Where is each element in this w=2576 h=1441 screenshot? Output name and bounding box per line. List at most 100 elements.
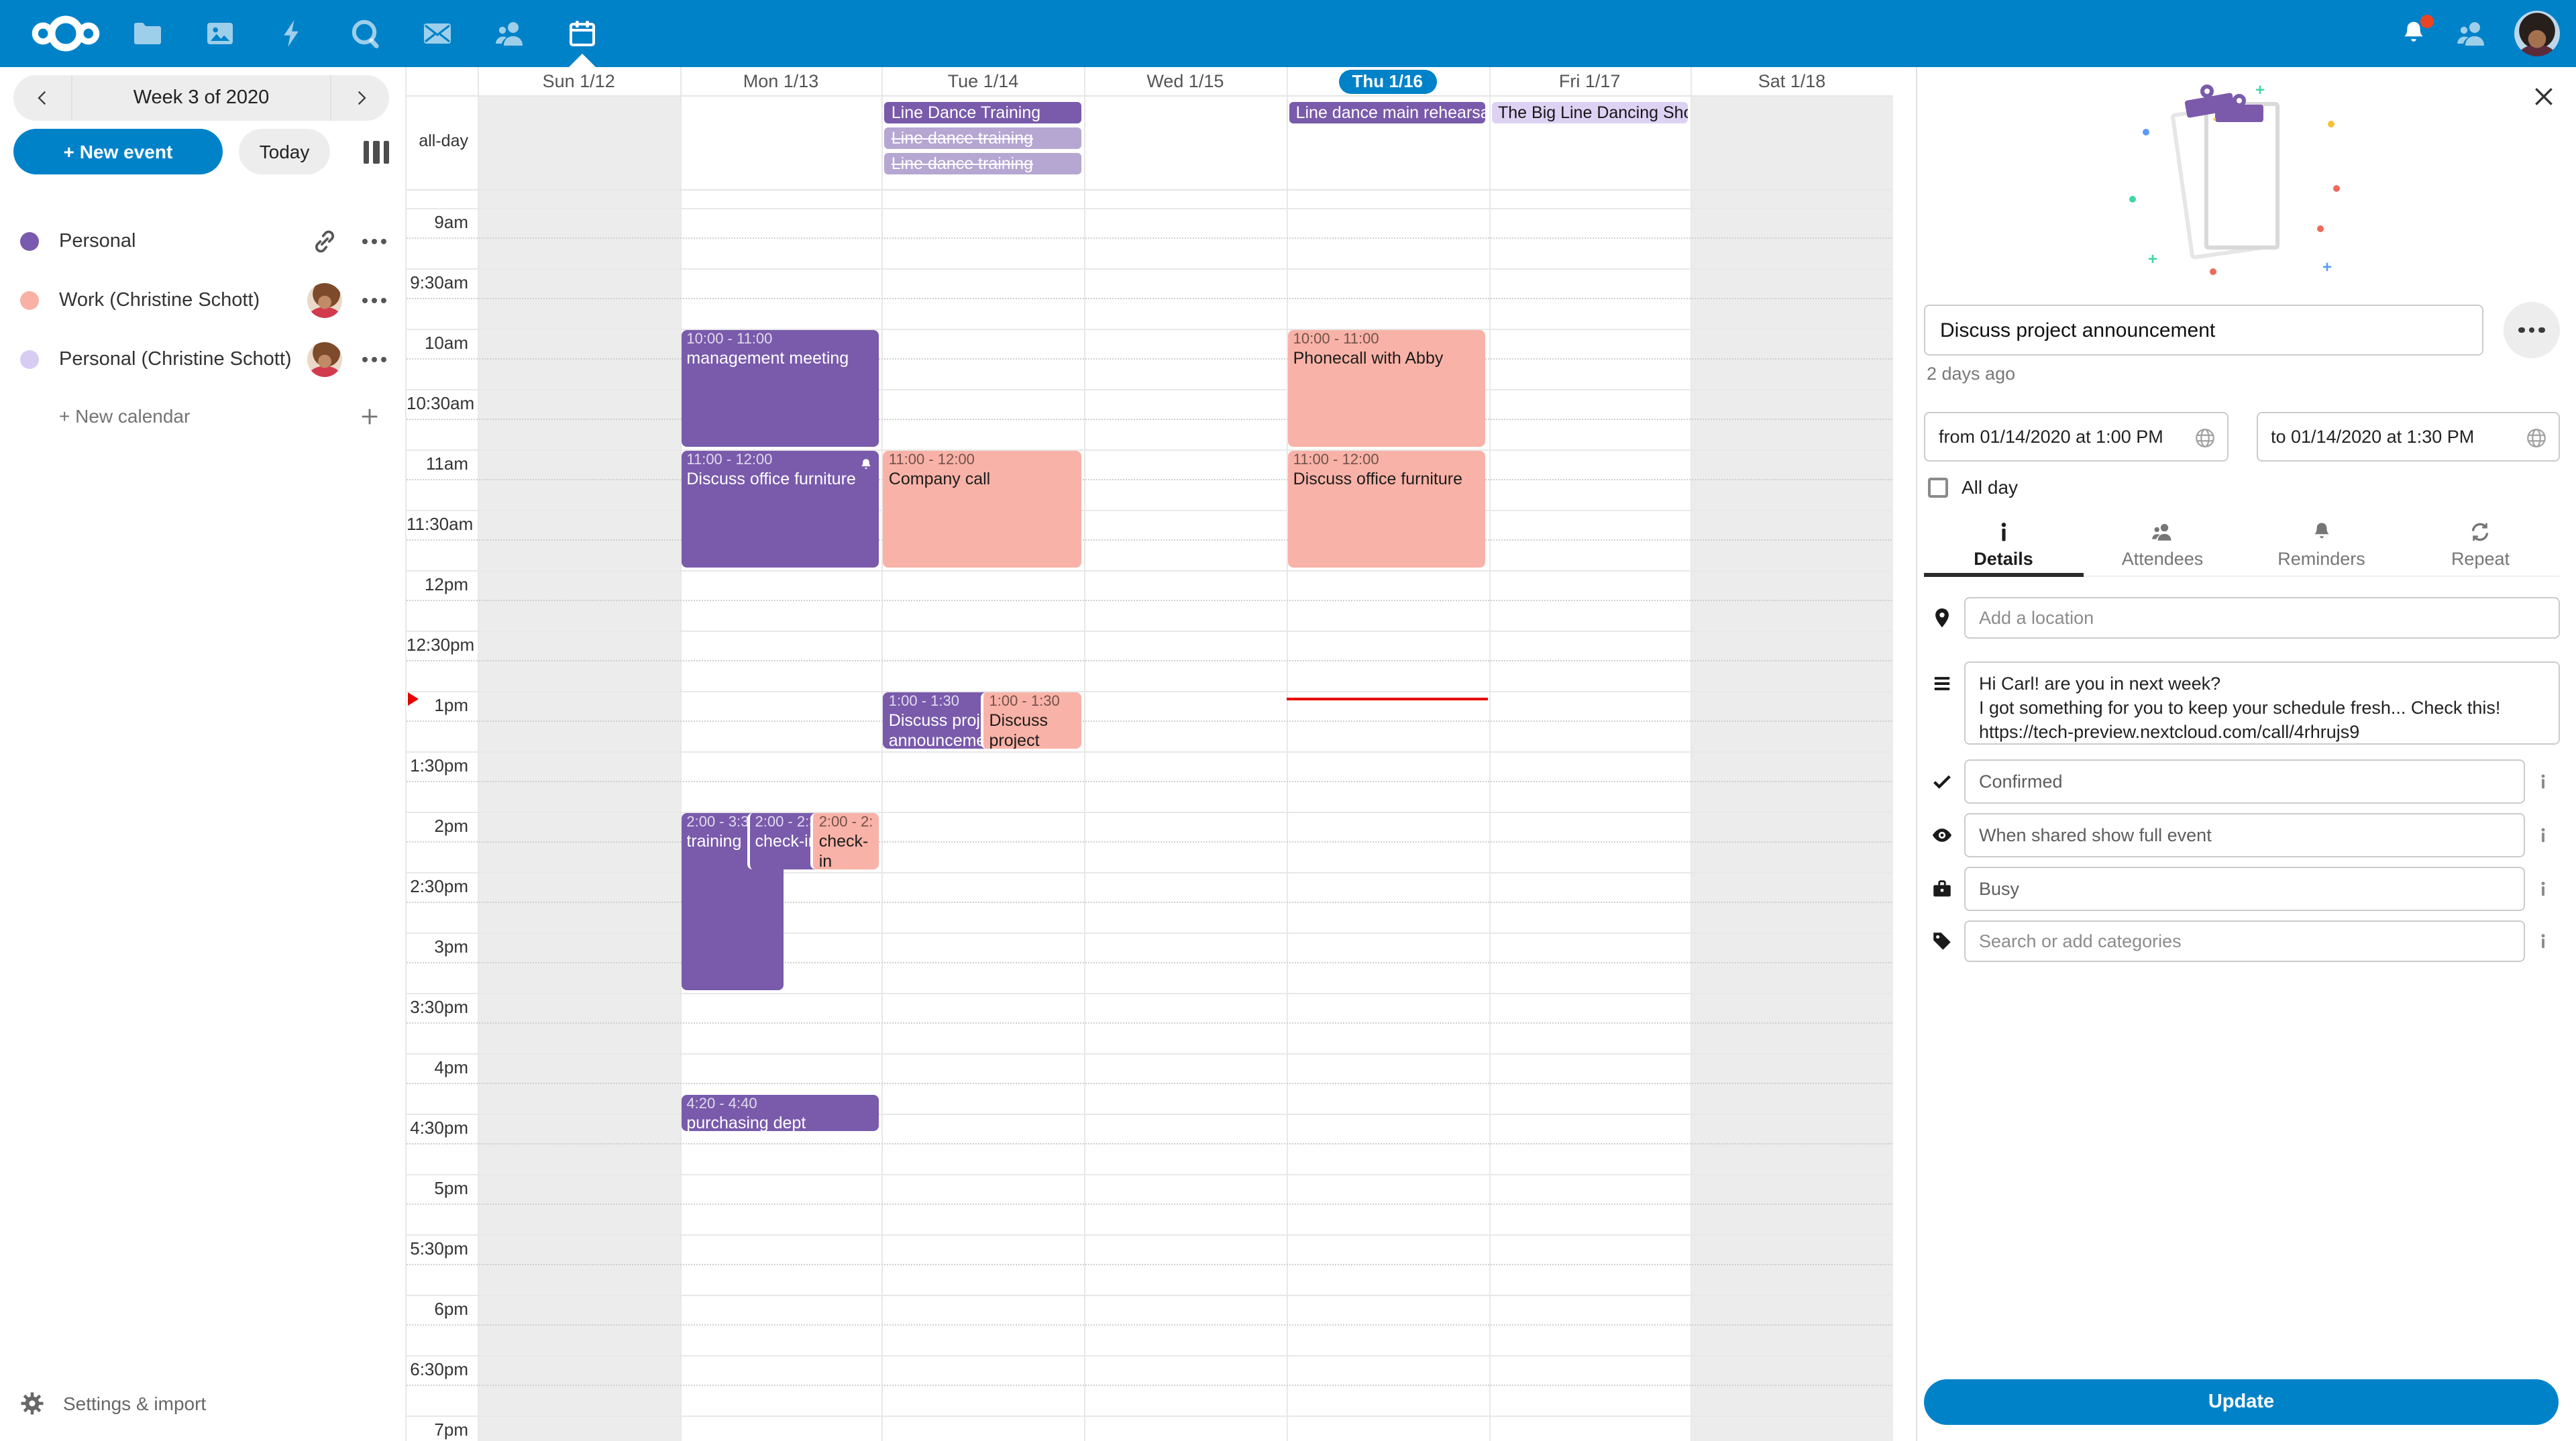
activity-icon[interactable]	[276, 17, 309, 50]
all-day-label: All day	[1962, 476, 2018, 498]
calendar-actions-menu-icon[interactable]	[362, 357, 386, 362]
day-header[interactable]: Wed 1/15	[1084, 67, 1286, 95]
previous-week-button[interactable]	[13, 75, 72, 121]
share-link-icon[interactable]	[311, 228, 338, 255]
files-icon[interactable]	[131, 17, 164, 50]
day-column[interactable]	[1489, 95, 1690, 1441]
end-datetime-input[interactable]	[2257, 413, 2559, 460]
nextcloud-calendar-app: Week 3 of 2020 + New event Today Persona…	[0, 0, 2576, 1441]
calendar-list-item[interactable]: Personal	[0, 212, 405, 271]
day-column[interactable]	[1084, 95, 1286, 1441]
gridline	[407, 329, 1892, 330]
calendar-icon[interactable]	[566, 17, 598, 50]
status-select[interactable]: Confirmed	[1964, 759, 2525, 804]
allday-event[interactable]: Line Dance Training	[885, 102, 1081, 123]
gridline-quarter	[407, 660, 1892, 661]
calendar-actions-menu-icon[interactable]	[362, 239, 386, 244]
event[interactable]: 1:00 - 1:30Discuss project	[981, 692, 1082, 749]
all-day-checkbox[interactable]	[1928, 477, 1948, 497]
gridline-quarter	[407, 358, 1892, 360]
close-icon[interactable]	[2530, 83, 2557, 110]
gridline	[407, 208, 1892, 209]
day-header[interactable]: Tue 1/14	[882, 67, 1084, 95]
info-icon	[2534, 826, 2551, 844]
mail-icon[interactable]	[421, 17, 453, 50]
week-label[interactable]: Week 3 of 2020	[72, 87, 330, 109]
day-column[interactable]	[680, 95, 881, 1441]
reminder-bell-icon	[2310, 521, 2333, 543]
week-grid: Sun 1/12Mon 1/13Tue 1/14Wed 1/15Thu 1/16…	[405, 67, 1916, 1441]
talk-icon[interactable]	[349, 17, 381, 50]
event-title: management meeting	[686, 349, 873, 369]
visibility-select[interactable]: When shared show full event	[1964, 813, 2525, 857]
gridline-quarter	[407, 539, 1892, 541]
more-actions-button[interactable]	[2504, 302, 2560, 358]
gridline-quarter	[407, 1083, 1892, 1084]
tab-details[interactable]: Details	[1924, 515, 2083, 576]
calendar-list-item[interactable]: Work (Christine Schott)	[0, 271, 405, 330]
day-column[interactable]	[478, 95, 680, 1441]
plus-icon	[358, 405, 381, 427]
start-datetime-input[interactable]	[1925, 413, 2226, 460]
day-header[interactable]: Sun 1/12	[478, 67, 680, 95]
day-column[interactable]	[882, 95, 1084, 1441]
tab-reminders[interactable]: Reminders	[2242, 515, 2401, 576]
contacts-icon[interactable]	[494, 17, 526, 50]
notifications-bell-icon[interactable]	[2399, 19, 2428, 48]
timezone-globe-icon[interactable]	[2525, 427, 2548, 449]
location-input[interactable]	[1964, 597, 2560, 639]
gridline-quarter	[407, 237, 1892, 239]
event-time: 2:00 - 2:30	[819, 814, 874, 832]
next-week-button[interactable]	[330, 75, 389, 121]
contacts-menu-icon[interactable]	[2455, 17, 2487, 50]
timezone-globe-icon[interactable]	[2193, 427, 2216, 449]
availability-select[interactable]: Busy	[1964, 867, 2525, 911]
allday-event[interactable]: Line dance main rehearsal	[1289, 102, 1486, 123]
allday-event[interactable]: Line dance training	[885, 127, 1081, 149]
event[interactable]: 11:00 - 12:00Discuss office furniture	[1288, 451, 1486, 568]
day-column[interactable]	[1690, 95, 1892, 1441]
week-view-toggle-icon[interactable]	[363, 140, 389, 163]
user-avatar[interactable]	[2514, 11, 2560, 56]
tab-repeat[interactable]: Repeat	[2401, 515, 2560, 576]
categories-input[interactable]	[1964, 920, 2525, 962]
gridline	[407, 691, 1892, 692]
day-header[interactable]: Fri 1/17	[1489, 67, 1690, 95]
allday-event[interactable]: The Big Line Dancing Show	[1491, 102, 1688, 123]
top-bar	[0, 0, 2576, 67]
allday-row-label: all-day	[407, 131, 468, 150]
gridline	[407, 1295, 1892, 1296]
tab-attendees[interactable]: Attendees	[2083, 515, 2242, 576]
event-title: Discuss office furniture	[1293, 470, 1481, 490]
event[interactable]: 10:00 - 11:00Phonecall with Abby	[1288, 330, 1486, 447]
day-header[interactable]: Sat 1/18	[1690, 67, 1892, 95]
update-button[interactable]: Update	[1924, 1379, 2559, 1425]
allday-event[interactable]: Line dance training	[885, 153, 1081, 174]
description-row: Hi Carl! are you in next week? I got som…	[1924, 661, 2560, 745]
event[interactable]: 10:00 - 11:00management meeting	[681, 330, 879, 447]
new-event-button[interactable]: + New event	[13, 129, 223, 174]
today-button[interactable]: Today	[239, 129, 330, 174]
day-column[interactable]	[1287, 95, 1489, 1441]
description-input[interactable]: Hi Carl! are you in next week? I got som…	[1964, 661, 2560, 745]
new-calendar-label: + New calendar	[59, 405, 190, 427]
new-calendar-button[interactable]: + New calendar	[0, 389, 405, 443]
calendar-actions-menu-icon[interactable]	[362, 298, 386, 303]
gridline-quarter	[407, 962, 1892, 963]
category-tag-icon	[1931, 930, 1953, 953]
calendar-list-item[interactable]: Personal (Christine Schott)	[0, 330, 405, 389]
event[interactable]: 11:00 - 12:00Discuss office furniture	[681, 451, 879, 568]
day-header[interactable]: Thu 1/16	[1287, 67, 1489, 95]
settings-import[interactable]: Settings & import	[20, 1379, 206, 1428]
time-axis-label: 11am	[407, 453, 468, 474]
header-border	[407, 95, 1892, 97]
photos-icon[interactable]	[204, 17, 236, 50]
time-axis-label: 11:30am	[407, 514, 468, 534]
event[interactable]: 2:00 - 2:30check-in	[811, 813, 879, 869]
event[interactable]: 11:00 - 12:00Company call	[883, 451, 1081, 568]
event-title-input[interactable]	[1924, 305, 2483, 356]
gridline	[407, 631, 1892, 632]
nextcloud-logo-icon[interactable]	[21, 12, 110, 55]
day-header[interactable]: Mon 1/13	[680, 67, 881, 95]
event[interactable]: 4:20 - 4:40purchasing dept	[681, 1095, 879, 1131]
